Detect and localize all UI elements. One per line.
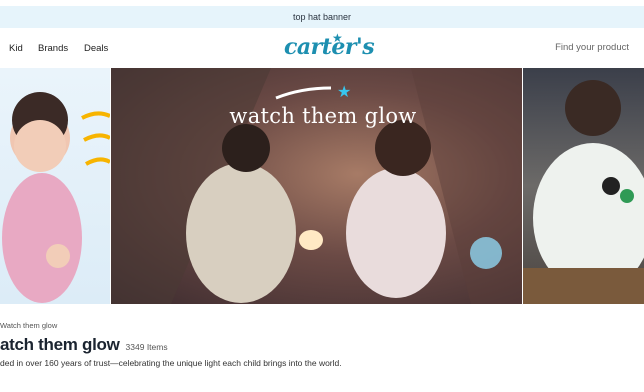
star-icon: ★ xyxy=(337,84,352,101)
title-row: atch them glow 3349 Items xyxy=(0,335,168,357)
top-banner-text: top hat banner xyxy=(292,12,352,22)
main-nav: Kid Brands Deals carter's ★ Find your pr… xyxy=(0,30,644,66)
child-illustration xyxy=(523,80,644,304)
hero-image-right[interactable] xyxy=(523,68,644,304)
hero-headline: watch them glow xyxy=(229,104,417,128)
page-description: ded in over 160 years of trust—celebrati… xyxy=(0,358,342,368)
breadcrumb[interactable]: Watch them glow xyxy=(0,321,57,330)
baby-illustration xyxy=(2,92,110,303)
nav-item-kid[interactable]: Kid xyxy=(9,43,23,54)
carters-logo[interactable]: carter's xyxy=(284,34,375,60)
search-input[interactable]: Find your product xyxy=(555,42,629,53)
logo-star-icon: ★ xyxy=(332,31,343,45)
page-title: atch them glow xyxy=(0,335,120,354)
top-banner: top hat banner xyxy=(0,6,644,28)
nav-item-deals[interactable]: Deals xyxy=(84,43,108,54)
nav-item-brands[interactable]: Brands xyxy=(38,43,68,54)
hero-carousel[interactable]: ★ watch them glow xyxy=(0,68,644,304)
breadcrumb-item[interactable]: Watch them glow xyxy=(0,321,57,330)
hero-image-left[interactable] xyxy=(0,68,110,304)
item-count: 3349 Items xyxy=(125,342,168,352)
